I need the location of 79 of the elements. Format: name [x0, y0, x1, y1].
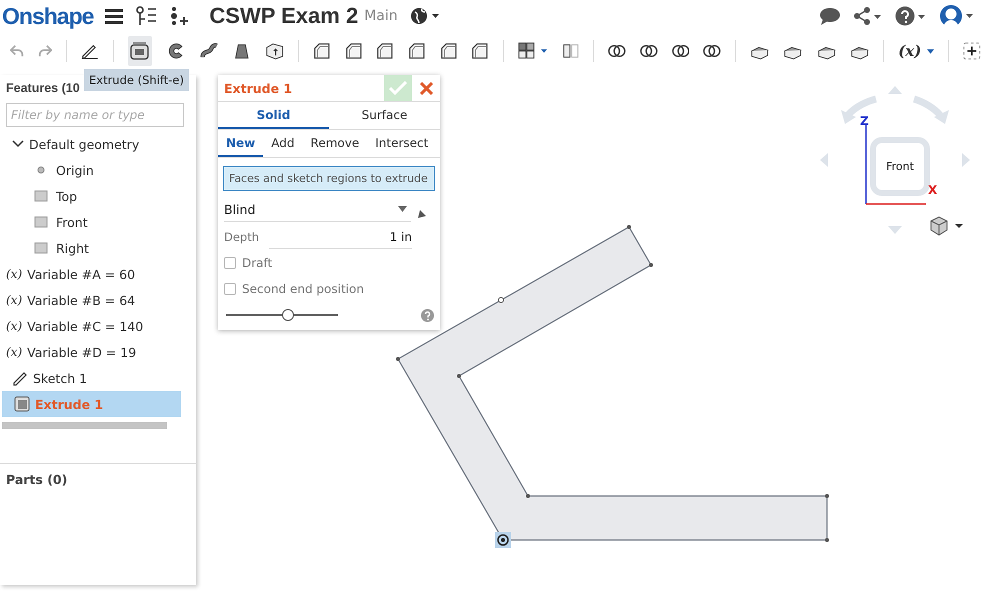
- origin-marker-icon[interactable]: [495, 532, 511, 548]
- tooltip: Extrude (Shift-e): [84, 69, 189, 91]
- plane-icon: [34, 242, 48, 254]
- extrude-icon: [14, 396, 30, 412]
- feature-item[interactable]: Top: [0, 183, 179, 209]
- z-axis-label: Z: [860, 114, 869, 128]
- depth-field[interactable]: 1 in: [269, 226, 412, 248]
- body-type-tab[interactable]: Solid: [218, 102, 329, 129]
- feature-item[interactable]: (x) Variable #D = 19: [0, 339, 179, 365]
- filter-field[interactable]: Filter by name or type: [6, 103, 184, 127]
- feature-label: Top: [56, 188, 78, 204]
- view-cube-face[interactable]: Front: [870, 137, 930, 196]
- operation-tab[interactable]: New: [218, 130, 264, 157]
- pattern-icon[interactable]: [518, 41, 548, 61]
- x-axis-label: X: [928, 183, 938, 197]
- fillet-icon[interactable]: [313, 41, 331, 61]
- feature-label: Front: [56, 214, 88, 230]
- selection-field[interactable]: Faces and sketch regions to extrude: [223, 166, 435, 191]
- operation-tab[interactable]: Add: [263, 130, 303, 157]
- feature-item[interactable]: Default geometry: [0, 131, 179, 157]
- checkbox[interactable]: [224, 257, 236, 269]
- share-icon[interactable]: [853, 7, 883, 25]
- slider-thumb[interactable]: [282, 309, 294, 321]
- app-logo[interactable]: Onshape: [2, 2, 94, 30]
- add-custom-feature-icon[interactable]: [963, 41, 981, 61]
- view-cube-menu-icon[interactable]: [929, 216, 965, 236]
- checkbox-label: Draft: [242, 256, 272, 270]
- help-icon[interactable]: [895, 6, 927, 26]
- feature-label: Default geometry: [29, 136, 140, 152]
- variable-prefix: (x): [6, 267, 22, 281]
- pencil-icon[interactable]: [81, 42, 99, 60]
- feature-label: Extrude 1: [35, 396, 104, 412]
- branch-label[interactable]: Main: [364, 8, 398, 24]
- feature-item[interactable]: Right: [0, 235, 179, 261]
- extrude-tool-button[interactable]: [128, 36, 152, 66]
- feature-label: Sketch 1: [33, 370, 88, 386]
- globe-icon[interactable]: [410, 7, 440, 25]
- body-type-tab[interactable]: Surface: [329, 102, 440, 129]
- variable-prefix: (x): [6, 345, 22, 359]
- menu-icon[interactable]: [105, 8, 124, 24]
- pencil-icon: [12, 370, 28, 386]
- operation-tab[interactable]: Remove: [302, 130, 368, 157]
- feature-label: Variable #C = 140: [27, 318, 144, 334]
- feature-item[interactable]: Front: [0, 209, 179, 235]
- variable-prefix: (x): [6, 293, 22, 307]
- features-heading: Features (10: [6, 81, 80, 97]
- operation-tab[interactable]: Intersect: [367, 130, 436, 157]
- feature-label: Origin: [56, 162, 94, 178]
- caret-icon[interactable]: [927, 48, 934, 54]
- checkmark-icon: [389, 81, 407, 95]
- user-avatar-icon[interactable]: [939, 4, 975, 28]
- feature-label: Variable #B = 64: [27, 292, 136, 308]
- end-type-dropdown[interactable]: Blind: [224, 197, 411, 222]
- chevron-icon[interactable]: [12, 140, 24, 148]
- plane-icon: [34, 216, 48, 228]
- feature-item[interactable]: (x) Variable #A = 60: [0, 261, 179, 287]
- feature-item[interactable]: Origin: [0, 157, 179, 183]
- caret-icon: [398, 206, 407, 212]
- feature-label: Variable #A = 60: [27, 266, 136, 282]
- checkbox[interactable]: [224, 283, 236, 295]
- close-icon: [420, 82, 432, 94]
- variable-prefix: (x): [6, 319, 22, 333]
- thicken-icon[interactable]: [264, 41, 284, 61]
- plane-icon: [34, 190, 48, 202]
- feature-label: Right: [56, 240, 89, 256]
- depth-label: Depth: [224, 230, 260, 244]
- feature-item[interactable]: (x) Variable #C = 140: [0, 313, 179, 339]
- document-title: CSWP Exam 2: [209, 3, 358, 29]
- parts-heading: Parts (0): [0, 463, 196, 495]
- variable-tool-button[interactable]: (x): [898, 42, 922, 60]
- checkbox-label: Second end position: [242, 282, 364, 296]
- feature-item[interactable]: Sketch 1: [0, 365, 179, 391]
- scrollbar[interactable]: [2, 422, 167, 429]
- feature-item[interactable]: (x) Variable #B = 64: [0, 287, 179, 313]
- feature-label: Variable #D = 19: [27, 344, 136, 360]
- dialog-title: Extrude 1: [223, 80, 294, 96]
- comment-icon[interactable]: [819, 7, 841, 25]
- version-graph-icon[interactable]: [135, 6, 158, 26]
- insert-point-icon[interactable]: [169, 6, 190, 26]
